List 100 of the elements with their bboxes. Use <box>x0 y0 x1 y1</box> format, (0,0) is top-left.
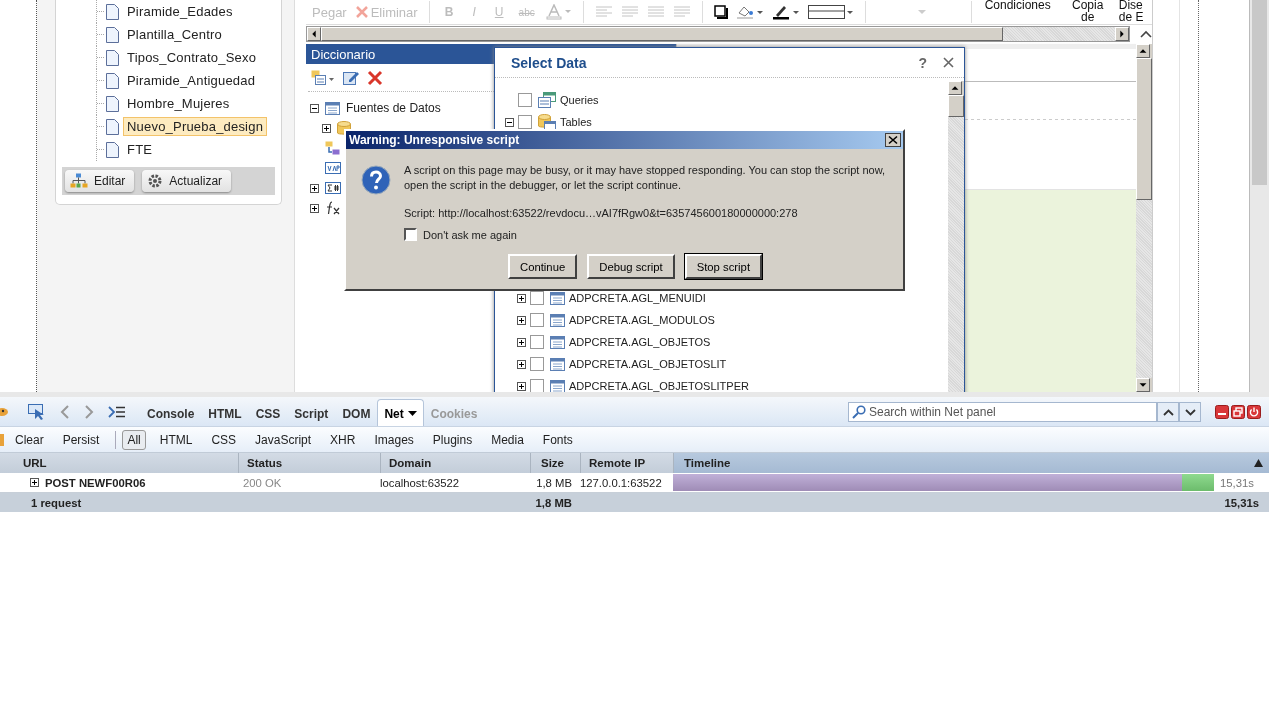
report-item[interactable]: Piramide_Edades <box>123 2 237 21</box>
tree-toggle[interactable] <box>30 478 39 487</box>
tree-toggle[interactable] <box>517 293 526 303</box>
panel-tab[interactable]: CSS <box>248 399 288 426</box>
report-item[interactable]: FTE <box>123 140 157 159</box>
horizontal-scrollbar[interactable] <box>306 26 1130 42</box>
edit-button[interactable]: Editar <box>65 170 135 192</box>
tree-item[interactable]: ADPCRETA.AGL_OBJETOSLITPER <box>569 380 749 392</box>
ribbon-command[interactable]: Copia de <box>1070 0 1105 23</box>
ribbon-command[interactable]: Condiciones <box>984 0 1051 11</box>
warning-message: A script on this page may be busy, or it may have stopped responding. You can stop the script now, open the script in the debugger, or let the script continue. <box>404 163 887 193</box>
cross-icon <box>354 5 369 19</box>
table-icon <box>325 101 340 115</box>
tree-toggle[interactable] <box>517 359 526 369</box>
ribbon-command[interactable]: Dise de E <box>1118 0 1145 23</box>
column-header[interactable]: Size <box>530 453 580 473</box>
column-header[interactable]: Timeline <box>673 453 1269 473</box>
request-url[interactable]: POST NEWF00R06 <box>45 476 146 489</box>
close-icon[interactable] <box>885 133 901 147</box>
power-icon[interactable] <box>1247 405 1261 419</box>
report-item[interactable]: Hombre_Mujeres <box>123 94 234 113</box>
collapse-ribbon-icon[interactable] <box>1140 30 1152 38</box>
panel-tab[interactable]: Script <box>287 399 336 426</box>
filter-tab[interactable]: JavaScript <box>250 429 317 450</box>
scroll-up-icon <box>948 81 962 95</box>
tree-toggle[interactable] <box>322 123 331 133</box>
dialog-button[interactable]: Debug script <box>587 254 675 279</box>
new-data-icon[interactable] <box>311 70 335 86</box>
panel-tab[interactable]: Console <box>140 399 202 426</box>
filter-tab[interactable]: HTML <box>154 429 198 450</box>
tree-item[interactable]: ADPCRETA.AGL_MODULOS <box>569 314 715 326</box>
bug-icon[interactable] <box>0 405 10 419</box>
tree-item[interactable]: ADPCRETA.AGL_OBJETOSLIT <box>569 358 727 370</box>
checkbox[interactable] <box>530 291 544 305</box>
tree-toggle[interactable] <box>517 337 526 347</box>
delete-icon[interactable] <box>367 70 383 86</box>
filter-tab[interactable]: Fonts <box>537 429 578 450</box>
dialog-button[interactable]: Continue <box>508 254 578 279</box>
document-icon <box>106 3 119 20</box>
checkbox[interactable] <box>518 93 532 107</box>
pen-color-icon[interactable] <box>771 4 800 20</box>
column-header[interactable]: URL <box>13 453 238 473</box>
filter-tab[interactable]: CSS <box>206 429 242 450</box>
checkbox[interactable] <box>530 335 544 349</box>
next-match-button[interactable] <box>1179 402 1201 422</box>
report-item[interactable]: Plantilla_Centro <box>123 25 226 44</box>
checkbox[interactable] <box>530 313 544 327</box>
checkbox[interactable] <box>530 379 544 392</box>
tree-toggle[interactable] <box>517 381 526 391</box>
sort-icon[interactable] <box>1254 459 1263 467</box>
tree-toggle[interactable] <box>310 203 319 213</box>
tree-toggle[interactable] <box>310 103 319 113</box>
tree-item[interactable]: Fuentes de Datos <box>346 101 441 115</box>
previous-match-button[interactable] <box>1157 402 1179 422</box>
filter-tab[interactable]: Images <box>369 429 419 450</box>
help-button[interactable]: ? <box>918 54 927 71</box>
scroll-thumb[interactable] <box>321 27 1003 41</box>
tree-item[interactable]: ADPCRETA.AGL_OBJETOS <box>569 336 711 348</box>
tree-item[interactable]: ADPCRETA.AGL_MENUIDI <box>569 292 706 304</box>
checkbox[interactable] <box>404 228 417 241</box>
minimize-icon[interactable] <box>1215 405 1229 419</box>
report-item[interactable]: Nuevo_Prueba_design <box>123 117 268 136</box>
panel-tab[interactable]: DOM <box>335 399 378 426</box>
vertical-scrollbar[interactable] <box>948 81 964 392</box>
panel-tab[interactable]: HTML <box>201 399 249 426</box>
page-scrollbar[interactable] <box>1249 0 1269 392</box>
relation-icon <box>325 141 340 155</box>
toolbar-button[interactable]: Clear <box>10 429 49 450</box>
panel-tab[interactable]: Net <box>377 399 424 426</box>
checkbox[interactable] <box>530 357 544 371</box>
report-item[interactable]: Tipos_Contrato_Sexo <box>123 48 261 67</box>
edit-icon[interactable] <box>343 70 359 86</box>
search-field[interactable]: Search within Net panel <box>848 402 1157 422</box>
tree-item[interactable]: Tables <box>560 116 592 128</box>
line-style-icon[interactable] <box>807 4 854 20</box>
filter-tab[interactable]: Media <box>486 429 529 450</box>
checkbox[interactable] <box>518 115 532 129</box>
scroll-thumb[interactable] <box>948 95 964 117</box>
detach-icon[interactable] <box>1231 405 1245 419</box>
border-icon[interactable] <box>713 5 728 19</box>
filter-tab[interactable]: Plugins <box>427 429 478 450</box>
scroll-thumb[interactable] <box>1136 58 1152 200</box>
vertical-scrollbar[interactable] <box>1136 44 1152 392</box>
dialog-button[interactable]: Stop script <box>684 254 763 279</box>
document-icon <box>106 49 119 66</box>
fill-color-icon[interactable] <box>735 4 764 20</box>
filter-tab[interactable]: All <box>122 429 146 450</box>
refresh-button[interactable]: Actualizar <box>142 170 232 192</box>
inspect-icon[interactable] <box>28 404 46 420</box>
command-line-icon[interactable] <box>108 406 126 418</box>
filter-tab[interactable]: XHR <box>325 429 361 450</box>
tree-toggle[interactable] <box>505 117 514 127</box>
tree-item[interactable]: Queries <box>560 94 599 106</box>
toolbar-button[interactable]: Persist <box>57 429 105 450</box>
tree-toggle[interactable] <box>517 315 526 325</box>
tree-toggle[interactable] <box>310 183 319 193</box>
close-icon[interactable] <box>943 57 954 68</box>
report-item[interactable]: Piramide_Antiguedad <box>123 71 260 90</box>
column-header[interactable]: Status <box>238 453 380 473</box>
column-header[interactable]: Domain <box>380 453 530 473</box>
